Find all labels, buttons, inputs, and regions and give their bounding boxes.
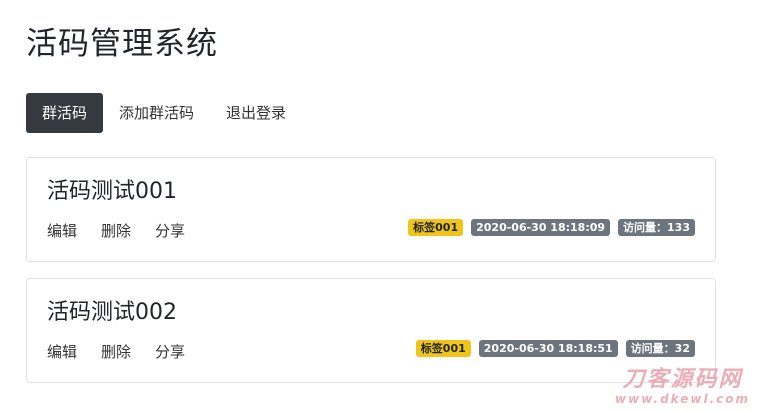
share-link[interactable]: 分享 [155,220,185,242]
card-title: 活码测试001 [47,179,177,204]
timestamp-badge: 2020-06-30 18:18:09 [471,219,611,236]
code-card: 活码测试002 编辑 删除 分享 标签001 2020-06-30 18:18:… [26,278,716,383]
delete-link[interactable]: 删除 [101,341,131,363]
card-badges: 标签001 2020-06-30 18:18:51 访问量：32 [415,340,695,357]
share-link[interactable]: 分享 [155,341,185,363]
code-card: 活码测试001 编辑 删除 分享 标签001 2020-06-30 18:18:… [26,157,716,262]
edit-link[interactable]: 编辑 [47,341,77,363]
nav-item-group-codes[interactable]: 群活码 [26,93,104,133]
page-title: 活码管理系统 [26,26,218,62]
nav-tabs: 群活码 添加群活码 退出登录 [26,93,302,133]
edit-link[interactable]: 编辑 [47,220,77,242]
watermark-url: www.dkewl.com [615,392,750,406]
nav-item-logout[interactable]: 退出登录 [210,93,302,133]
tag-badge: 标签001 [415,340,471,357]
card-actions: 编辑 删除 分享 [47,341,185,363]
watermark-text: 刀客源码网 [622,367,743,392]
delete-link[interactable]: 删除 [101,220,131,242]
visits-badge: 访问量：133 [618,219,695,236]
watermark: 刀客源码网 www.dkewl.com [615,367,750,407]
card-title: 活码测试002 [47,300,177,325]
tag-badge: 标签001 [408,219,464,236]
card-badges: 标签001 2020-06-30 18:18:09 访问量：133 [408,219,695,236]
visits-badge: 访问量：32 [625,340,695,357]
page: 活码管理系统 群活码 添加群活码 退出登录 活码测试001 编辑 删除 分享 标… [0,0,760,410]
card-actions: 编辑 删除 分享 [47,220,185,242]
nav-item-add-group-code[interactable]: 添加群活码 [103,93,210,133]
timestamp-badge: 2020-06-30 18:18:51 [478,340,618,357]
